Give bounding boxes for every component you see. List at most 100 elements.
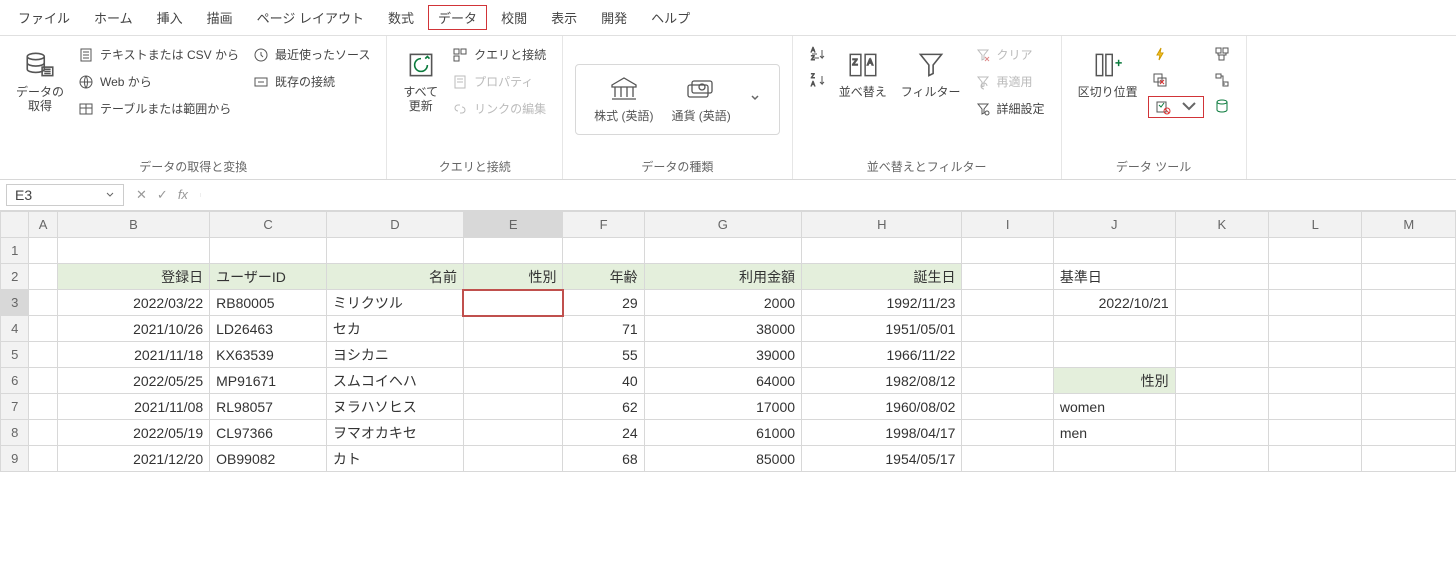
recent-sources-button[interactable]: 最近使ったソース: [249, 44, 374, 65]
cell[interactable]: ヌラハソヒス: [326, 394, 463, 420]
menu-page-layout[interactable]: ページ レイアウト: [247, 4, 374, 31]
from-table-button[interactable]: テーブルまたは範囲から: [74, 98, 243, 119]
grid[interactable]: A B C D E F G H I J K L M 1 2 登録日 ユーザーID…: [0, 211, 1456, 472]
cell[interactable]: 24: [563, 420, 644, 446]
col-header-M[interactable]: M: [1362, 212, 1456, 238]
cell[interactable]: 1966/11/22: [802, 342, 962, 368]
remove-duplicates-button[interactable]: [1148, 70, 1204, 90]
cell[interactable]: 利用金額: [644, 264, 801, 290]
cell[interactable]: 性別: [1053, 368, 1175, 394]
from-csv-button[interactable]: テキストまたは CSV から: [74, 44, 243, 65]
fx-button[interactable]: fx: [174, 187, 192, 203]
cell[interactable]: women: [1053, 394, 1175, 420]
cell[interactable]: スムコイヘハ: [326, 368, 463, 394]
name-box[interactable]: E3: [6, 184, 124, 206]
cell[interactable]: 17000: [644, 394, 801, 420]
cell[interactable]: 61000: [644, 420, 801, 446]
cell[interactable]: 1960/08/02: [802, 394, 962, 420]
formula-bar[interactable]: [200, 193, 1450, 197]
col-header-A[interactable]: A: [29, 212, 57, 238]
cell[interactable]: 38000: [644, 316, 801, 342]
cell[interactable]: 性別: [463, 264, 563, 290]
cell[interactable]: 40: [563, 368, 644, 394]
cell[interactable]: 2000: [644, 290, 801, 316]
select-all-corner[interactable]: [1, 212, 29, 238]
menu-review[interactable]: 校閲: [491, 4, 537, 31]
text-to-columns-button[interactable]: 区切り位置: [1074, 44, 1142, 103]
cell[interactable]: 2022/03/22: [57, 290, 209, 316]
menu-formulas[interactable]: 数式: [378, 4, 424, 31]
cell[interactable]: 登録日: [57, 264, 209, 290]
menu-draw[interactable]: 描画: [197, 4, 243, 31]
cell[interactable]: RL98057: [210, 394, 327, 420]
menu-data[interactable]: データ: [428, 5, 487, 30]
col-header-D[interactable]: D: [326, 212, 463, 238]
cell[interactable]: 39000: [644, 342, 801, 368]
data-validation-button[interactable]: [1148, 96, 1204, 118]
cell[interactable]: 2021/10/26: [57, 316, 209, 342]
cell[interactable]: [463, 394, 563, 420]
cell[interactable]: 1998/04/17: [802, 420, 962, 446]
cell[interactable]: 2022/10/21: [1053, 290, 1175, 316]
stocks-type-button[interactable]: 株式 (英語): [594, 75, 653, 124]
cell[interactable]: 85000: [644, 446, 801, 472]
row-header[interactable]: 3: [1, 290, 29, 316]
menu-insert[interactable]: 挿入: [147, 4, 193, 31]
consolidate-button[interactable]: [1210, 44, 1234, 64]
row-header[interactable]: 5: [1, 342, 29, 368]
menu-view[interactable]: 表示: [541, 4, 587, 31]
cell[interactable]: MP91671: [210, 368, 327, 394]
col-header-C[interactable]: C: [210, 212, 327, 238]
row-header[interactable]: 1: [1, 238, 29, 264]
cell[interactable]: セカ: [326, 316, 463, 342]
cell[interactable]: 1982/08/12: [802, 368, 962, 394]
cell[interactable]: カト: [326, 446, 463, 472]
cell[interactable]: 29: [563, 290, 644, 316]
cell[interactable]: men: [1053, 420, 1175, 446]
cell[interactable]: 55: [563, 342, 644, 368]
col-header-F[interactable]: F: [563, 212, 644, 238]
selected-cell[interactable]: [463, 290, 563, 316]
col-header-E[interactable]: E: [463, 212, 563, 238]
cell[interactable]: 1992/11/23: [802, 290, 962, 316]
col-header-H[interactable]: H: [802, 212, 962, 238]
cell[interactable]: KX63539: [210, 342, 327, 368]
row-header[interactable]: 2: [1, 264, 29, 290]
sort-button[interactable]: ZA 並べ替え: [835, 44, 891, 103]
cell[interactable]: 62: [563, 394, 644, 420]
sort-asc-button[interactable]: AZ: [805, 44, 829, 64]
cell[interactable]: 名前: [326, 264, 463, 290]
cell[interactable]: ユーザーID: [210, 264, 327, 290]
cell[interactable]: CL97366: [210, 420, 327, 446]
menu-developer[interactable]: 開発: [591, 4, 637, 31]
cell[interactable]: [463, 420, 563, 446]
menu-file[interactable]: ファイル: [8, 4, 80, 31]
row-header[interactable]: 9: [1, 446, 29, 472]
cell[interactable]: ヲマオカキセ: [326, 420, 463, 446]
cell[interactable]: 71: [563, 316, 644, 342]
data-model-button[interactable]: [1210, 96, 1234, 116]
menu-home[interactable]: ホーム: [84, 4, 143, 31]
menu-help[interactable]: ヘルプ: [641, 4, 700, 31]
col-header-K[interactable]: K: [1175, 212, 1268, 238]
cell[interactable]: ミリクツル: [326, 290, 463, 316]
currency-type-button[interactable]: 通貨 (英語): [671, 75, 730, 124]
cell[interactable]: 2021/11/18: [57, 342, 209, 368]
sort-desc-button[interactable]: ZA: [805, 70, 829, 90]
filter-button[interactable]: フィルター: [897, 44, 965, 103]
cell[interactable]: [463, 342, 563, 368]
cell[interactable]: 2021/12/20: [57, 446, 209, 472]
cell[interactable]: LD26463: [210, 316, 327, 342]
cell[interactable]: 2022/05/19: [57, 420, 209, 446]
col-header-L[interactable]: L: [1269, 212, 1362, 238]
cell[interactable]: 誕生日: [802, 264, 962, 290]
cell[interactable]: 年齢: [563, 264, 644, 290]
row-header[interactable]: 7: [1, 394, 29, 420]
col-header-J[interactable]: J: [1053, 212, 1175, 238]
from-web-button[interactable]: Web から: [74, 71, 243, 92]
get-data-button[interactable]: データの 取得: [12, 44, 68, 118]
col-header-G[interactable]: G: [644, 212, 801, 238]
enter-formula-button[interactable]: ✓: [153, 187, 172, 203]
queries-conn-button[interactable]: クエリと接続: [448, 44, 550, 65]
cell[interactable]: 1954/05/17: [802, 446, 962, 472]
